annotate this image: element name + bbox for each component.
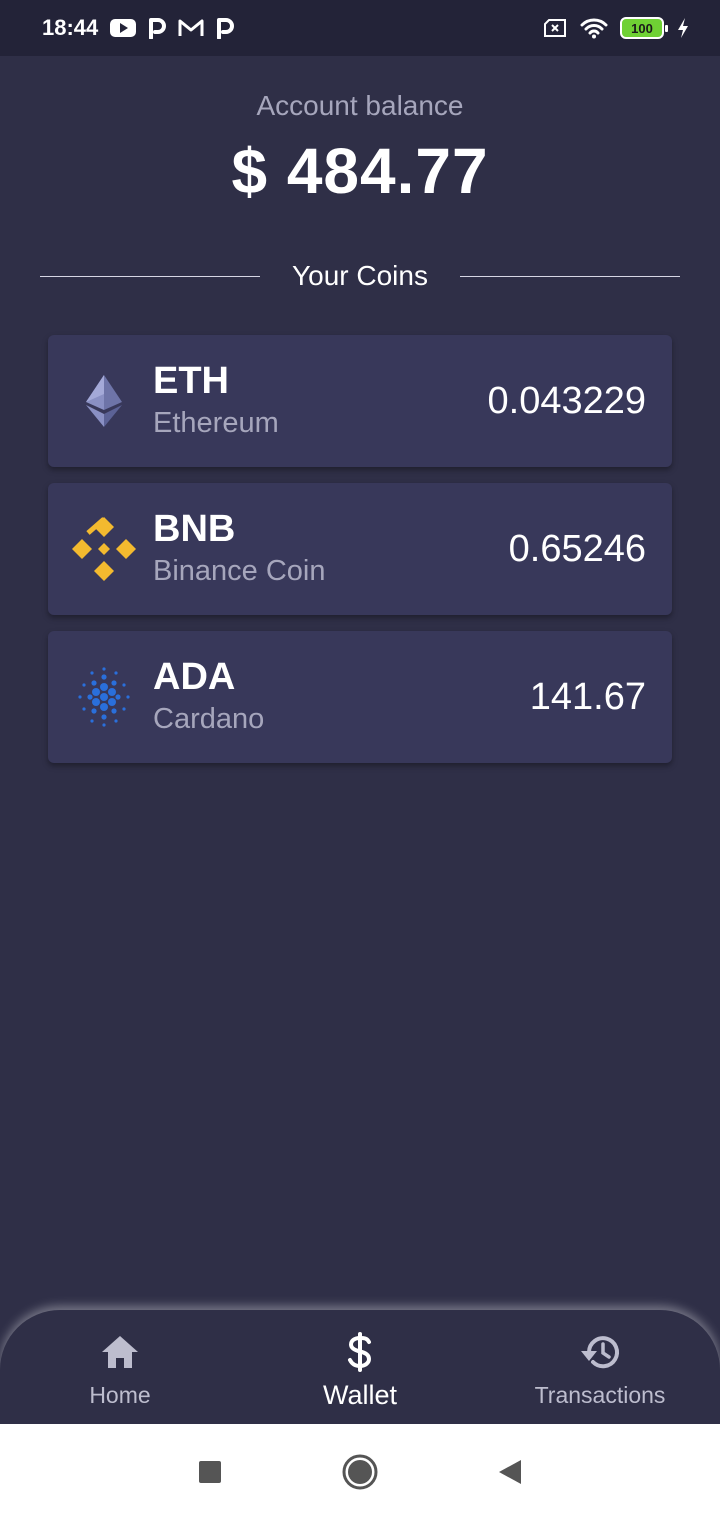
coin-name: Ethereum	[153, 407, 279, 439]
coin-name: Binance Coin	[153, 555, 326, 587]
dollar-icon	[347, 1332, 373, 1372]
coin-amount: 0.65246	[508, 527, 646, 570]
coin-symbol: ETH	[153, 360, 229, 402]
coin-text: ADA Cardano	[153, 655, 264, 739]
system-nav	[0, 1424, 720, 1520]
status-time: 18:44	[42, 15, 99, 40]
nav-label: Wallet	[322, 1380, 397, 1410]
divider-line-right	[459, 275, 681, 277]
sim-x-icon	[542, 18, 568, 38]
coin-card-eth[interactable]: ETH Ethereum 0.043229	[48, 335, 672, 467]
nav-item-wallet[interactable]: Wallet	[240, 1310, 480, 1424]
balance-value: $ 484.77	[231, 135, 489, 207]
coin-name: Cardano	[153, 703, 265, 735]
home-icon	[100, 1332, 140, 1372]
section-divider: Your Coins	[40, 258, 681, 294]
coin-symbol: BNB	[153, 508, 236, 550]
battery-icon: 100	[620, 17, 668, 39]
nav-label: Transactions	[534, 1382, 666, 1408]
coin-text: BNB Binance Coin	[153, 507, 326, 591]
section-title: Your Coins	[292, 260, 428, 291]
p-icon	[148, 17, 167, 39]
coin-amount: 141.67	[529, 675, 646, 718]
wifi-icon	[580, 17, 608, 39]
charging-icon	[676, 17, 690, 39]
recent-apps-button[interactable]	[180, 1442, 240, 1502]
bottom-nav: Home Wallet Transactions	[0, 1310, 720, 1424]
youtube-icon	[110, 18, 137, 38]
divider-line-left	[40, 275, 261, 277]
nav-item-transactions[interactable]: Transactions	[480, 1310, 720, 1424]
coin-text: ETH Ethereum	[153, 359, 279, 443]
coin-amount: 0.043229	[487, 379, 647, 422]
home-system-button[interactable]	[330, 1442, 390, 1502]
back-button[interactable]	[480, 1442, 540, 1502]
circle-icon	[342, 1454, 378, 1490]
coin-card-bnb[interactable]: BNB Binance Coin 0.65246	[48, 483, 672, 615]
square-icon	[199, 1461, 221, 1483]
status-bar: 18:44 100	[0, 0, 720, 56]
cardano-icon	[72, 665, 136, 729]
coin-symbol: ADA	[153, 656, 236, 698]
back-triangle-icon	[499, 1460, 521, 1484]
nav-label: Home	[89, 1382, 151, 1408]
binance-icon	[72, 517, 136, 581]
status-right: 100	[542, 17, 690, 39]
nav-item-home[interactable]: Home	[0, 1310, 240, 1424]
status-left: 18:44	[42, 15, 235, 41]
p-icon	[216, 17, 235, 39]
balance-label: Account balance	[256, 90, 464, 121]
coin-list: ETH Ethereum 0.043229 BNB Binance Coin 0…	[48, 335, 672, 779]
coin-card-ada[interactable]: ADA Cardano 141.67	[48, 631, 672, 763]
history-icon	[579, 1332, 621, 1372]
ethereum-icon	[72, 369, 136, 433]
gmail-icon	[178, 18, 204, 38]
